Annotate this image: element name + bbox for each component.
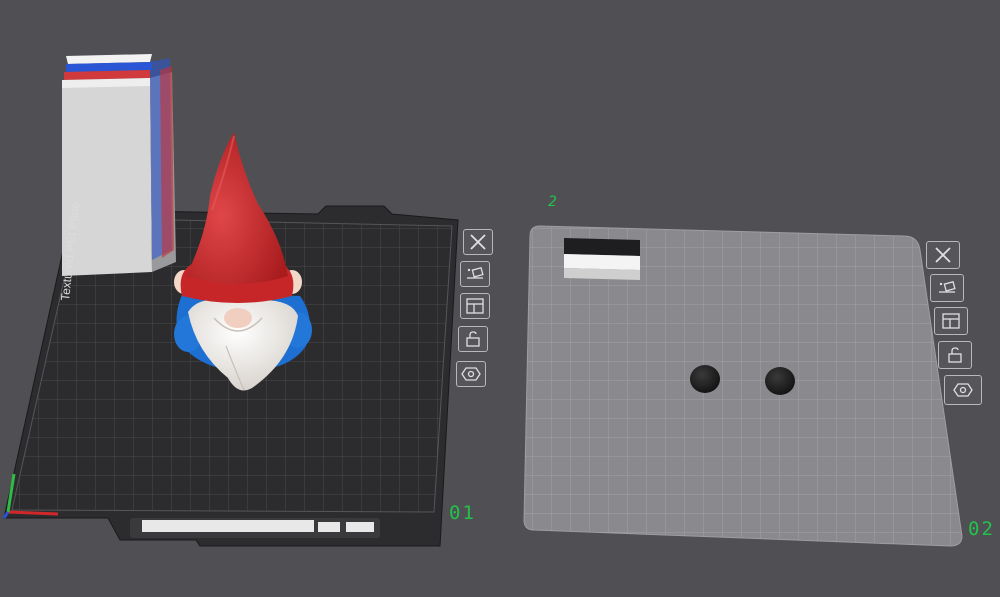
eye-right[interactable] xyxy=(765,367,795,395)
plate-2-settings-button[interactable] xyxy=(944,375,982,405)
plate-1-settings-button[interactable] xyxy=(456,361,486,387)
lock-icon xyxy=(948,347,962,363)
close-icon xyxy=(935,247,951,263)
close-icon xyxy=(470,234,486,250)
lock-icon xyxy=(466,331,480,347)
plate-2-name-tag[interactable]: 2 xyxy=(548,194,557,210)
layout-icon xyxy=(942,313,960,329)
auto-orient-icon xyxy=(467,267,484,279)
auto-orient-icon xyxy=(939,281,956,293)
eye-left[interactable] xyxy=(690,365,720,393)
plate-1-remove-button[interactable] xyxy=(463,229,493,255)
plate-1-lock-button[interactable] xyxy=(458,326,488,352)
plate-2-index-label: 02 xyxy=(968,518,995,540)
gear-hex-icon xyxy=(461,367,481,381)
3d-viewport[interactable] xyxy=(0,0,1000,597)
gear-hex-icon xyxy=(953,383,973,397)
plate-2-auto-orient-button[interactable] xyxy=(930,274,964,302)
plate-2-lock-button[interactable] xyxy=(938,341,972,369)
plate-1-arrange-button[interactable] xyxy=(460,293,490,319)
plate-2-remove-button[interactable] xyxy=(926,241,960,269)
plate-1-index-label: 01 xyxy=(449,502,476,524)
prime-tower[interactable] xyxy=(62,54,176,276)
prime-tower-plate-2[interactable] xyxy=(564,238,640,280)
layout-icon xyxy=(466,298,484,314)
plate-2-arrange-button[interactable] xyxy=(934,307,968,335)
plate-1-auto-orient-button[interactable] xyxy=(460,261,490,287)
